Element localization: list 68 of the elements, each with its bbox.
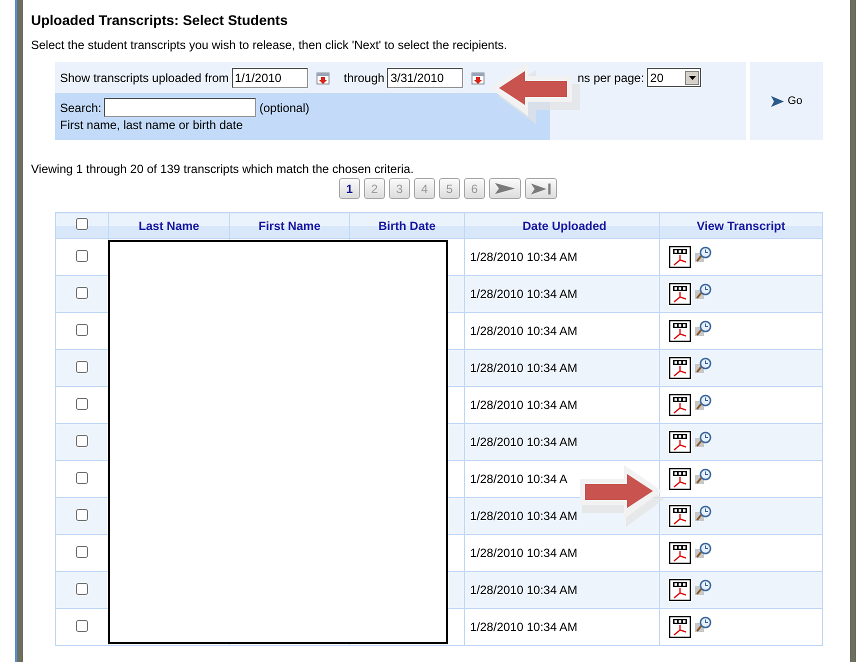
table-cell: 1/28/2010 10:34 A bbox=[470, 472, 568, 486]
magnifier-icon[interactable] bbox=[695, 394, 712, 411]
magnifier-icon[interactable] bbox=[695, 283, 712, 300]
table-cell: 1/28/2010 10:34 AM bbox=[470, 435, 578, 449]
magnifier-icon[interactable] bbox=[695, 505, 712, 522]
through-date-field[interactable]: 3/31/2010 bbox=[387, 68, 464, 88]
instructions-text: Select the student transcripts you wish to release, then click 'Next' to select the recipients. bbox=[31, 38, 508, 54]
table-cell: 1/28/2010 10:34 AM bbox=[470, 546, 578, 560]
table-cell: 1/28/2010 10:34 AM bbox=[470, 509, 578, 523]
row-checkbox[interactable] bbox=[76, 472, 88, 484]
table-cell: 1/28/2010 10:34 AM bbox=[470, 620, 578, 634]
row-checkbox[interactable] bbox=[76, 250, 88, 262]
magnifier-icon[interactable] bbox=[695, 579, 712, 596]
arrow-right-icon[interactable] bbox=[770, 96, 784, 106]
pdf-icon[interactable] bbox=[669, 394, 691, 416]
magnifier-icon[interactable] bbox=[695, 542, 712, 559]
row-checkbox[interactable] bbox=[76, 398, 88, 410]
pdf-icon[interactable] bbox=[669, 357, 691, 379]
table-cell: 1/28/2010 10:34 AM bbox=[470, 583, 578, 597]
results-summary: Viewing 1 through 20 of 139 transcripts which match the chosen criteria. bbox=[31, 162, 415, 176]
magnifier-icon[interactable] bbox=[695, 468, 712, 485]
search-label: Search: bbox=[60, 100, 102, 114]
table-cell: 1/28/2010 10:34 AM bbox=[470, 287, 578, 301]
last-page-button[interactable] bbox=[525, 178, 557, 199]
per-page-dropdown[interactable]: 20 bbox=[647, 68, 702, 87]
pdf-icon[interactable] bbox=[669, 431, 691, 453]
through-label: through bbox=[344, 70, 384, 84]
row-checkbox[interactable] bbox=[76, 360, 88, 372]
magnifier-icon[interactable] bbox=[695, 616, 712, 633]
row-checkbox[interactable] bbox=[76, 508, 88, 520]
from-date-field[interactable]: 1/1/2010 bbox=[232, 68, 308, 88]
from-label: Show transcripts uploaded from bbox=[60, 70, 229, 84]
table-cell: 1/28/2010 10:34 AM bbox=[470, 324, 578, 338]
page-title: Uploaded Transcripts: Select Students bbox=[31, 12, 289, 30]
calendar-icon[interactable] bbox=[316, 70, 330, 84]
row-checkbox[interactable] bbox=[76, 620, 88, 632]
table-cell: 1/28/2010 10:34 AM bbox=[470, 361, 578, 375]
page-button[interactable]: 1 bbox=[339, 178, 360, 199]
pdf-icon[interactable] bbox=[669, 246, 691, 268]
pdf-icon[interactable] bbox=[669, 320, 691, 342]
magnifier-icon[interactable] bbox=[695, 320, 712, 337]
pdf-icon[interactable] bbox=[669, 579, 691, 601]
pdf-icon[interactable] bbox=[669, 505, 691, 527]
magnifier-icon[interactable] bbox=[695, 246, 712, 263]
row-checkbox[interactable] bbox=[76, 546, 88, 558]
arrow-right-icon[interactable] bbox=[495, 183, 515, 194]
per-page-label: ns per page: bbox=[577, 70, 644, 84]
optional-note: (optional) bbox=[259, 100, 310, 114]
magnifier-icon[interactable] bbox=[695, 431, 712, 448]
pdf-icon[interactable] bbox=[669, 542, 691, 564]
pdf-icon[interactable] bbox=[669, 616, 691, 638]
next-page-button[interactable] bbox=[489, 178, 521, 199]
select-all-checkbox[interactable] bbox=[76, 218, 88, 230]
row-checkbox[interactable] bbox=[76, 286, 88, 298]
table-cell: 1/28/2010 10:34 AM bbox=[470, 250, 578, 264]
go-button[interactable]: Go bbox=[770, 95, 802, 107]
row-checkbox[interactable] bbox=[76, 324, 88, 336]
pdf-icon[interactable] bbox=[669, 468, 691, 490]
magnifier-icon[interactable] bbox=[695, 357, 712, 374]
skip-to-end-icon[interactable] bbox=[531, 182, 551, 194]
row-checkbox[interactable] bbox=[76, 582, 88, 594]
search-field[interactable] bbox=[104, 98, 256, 117]
row-checkbox[interactable] bbox=[76, 434, 88, 446]
table-cell: 1/28/2010 10:34 AM bbox=[470, 398, 578, 412]
calendar-icon[interactable] bbox=[471, 70, 486, 84]
search-hint: First name, last name or birth date bbox=[60, 118, 244, 132]
pdf-icon[interactable] bbox=[669, 283, 691, 305]
dropdown-arrow-icon[interactable] bbox=[688, 76, 696, 80]
